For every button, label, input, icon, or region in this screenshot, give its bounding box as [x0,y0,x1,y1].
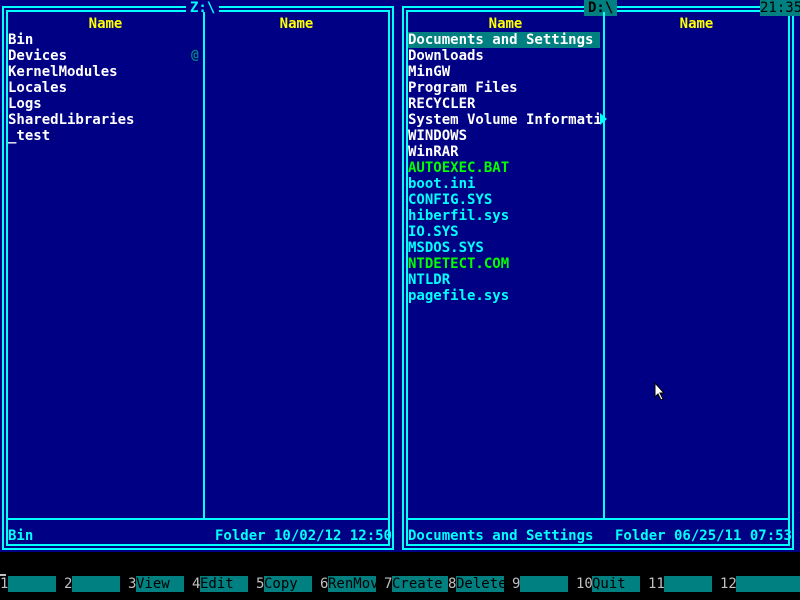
file-list-item[interactable]: Downloads [408,48,600,64]
key-label [520,576,568,592]
key-number: 7 [384,576,393,592]
right-panel[interactable]: D:\ Name Name Documents and Settings Dow… [400,0,800,552]
symlink-marker-icon: @ [191,48,199,63]
file-list-item[interactable]: System Volume Informatio [408,112,600,128]
name-truncated-arrow-icon [600,113,607,125]
left-panel[interactable]: Z:\ Name Name Bin Devices KernelModules … [0,0,400,552]
status-file-info: Folder 06/25/11 07:53 [614,528,792,544]
column-divider [203,12,205,518]
status-divider [8,518,388,520]
key-number: 1 [0,576,9,592]
column-header-name[interactable]: Name [605,16,788,32]
file-list-item[interactable]: pagefile.sys [408,288,600,304]
file-list-item[interactable]: AUTOEXEC.BAT [408,160,600,176]
status-file-name: Bin [8,528,34,544]
key-label: Copy [264,576,312,592]
f3-view-button[interactable]: 3View [128,576,184,600]
file-list: Bin Devices KernelModules Locales Logs S… [8,32,203,144]
file-list-item[interactable]: hiberfil.sys [408,208,600,224]
file-list: Documents and Settings Downloads MinGW P… [408,32,603,304]
key-label: Delete [456,576,507,592]
key-label [736,576,800,592]
file-list-item[interactable]: KernelModules [8,64,200,80]
key-number: 2 [64,576,73,592]
key-number: 5 [256,576,265,592]
file-list-item[interactable]: Logs [8,96,200,112]
key-number: 10 [576,576,593,592]
f1-key-button[interactable]: 1 [0,576,56,600]
file-list-item[interactable]: IO.SYS [408,224,600,240]
file-list-item[interactable]: WINDOWS [408,128,600,144]
file-list-item[interactable]: MinGW [408,64,600,80]
panel-path-title-active[interactable]: D:\ [584,0,618,16]
column-header-name[interactable]: Name [205,16,388,32]
file-list-item[interactable]: Locales [8,80,200,96]
column-divider [603,12,605,518]
file-list-item[interactable]: Bin [8,32,200,48]
file-list-item[interactable]: _test [8,128,200,144]
key-number: 12 [720,576,737,592]
clock: 21:35 [760,0,800,16]
mouse-pointer-icon [654,382,666,401]
column-header-name[interactable]: Name [408,16,603,32]
key-number: 9 [512,576,521,592]
key-label: RenMov [328,576,379,592]
file-list-item[interactable]: Devices [8,48,200,64]
f10-quit-button[interactable]: 10Quit [576,576,640,600]
column-header-name[interactable]: Name [8,16,203,32]
f4-edit-button[interactable]: 4Edit [192,576,248,600]
function-key-bar: 1 2 3View 4Edit 5Copy 6RenMov 7Create 8D… [0,576,800,600]
file-list-item[interactable]: RECYCLER [408,96,600,112]
key-number: 8 [448,576,457,592]
status-divider [408,518,788,520]
file-list-item[interactable]: NTDETECT.COM [408,256,600,272]
file-list-item[interactable]: MSDOS.SYS [408,240,600,256]
key-label: Edit [200,576,248,592]
file-list-item[interactable]: NTLDR [408,272,600,288]
key-label: Quit [592,576,640,592]
file-list-item[interactable]: WinRAR [408,144,600,160]
file-list-item[interactable]: Program Files [408,80,600,96]
file-list-item[interactable]: CONFIG.SYS [408,192,600,208]
f7-create-button[interactable]: 7Create [384,576,448,600]
key-label [72,576,120,592]
file-list-item[interactable]: SharedLibraries [8,112,200,128]
f5-copy-button[interactable]: 5Copy [256,576,312,600]
status-file-info: Folder 10/02/12 12:50 [214,528,392,544]
key-label: Create [392,576,448,592]
file-list-item-selected[interactable]: Documents and Settings [408,32,600,48]
key-number: 11 [648,576,665,592]
f8-delete-button[interactable]: 8Delete [448,576,507,600]
key-label: View [136,576,184,592]
f11-key-button[interactable]: 11 [648,576,712,600]
f6-renmov-button[interactable]: 6RenMov [320,576,379,600]
key-number: 3 [128,576,137,592]
f9-key-button[interactable]: 9 [512,576,568,600]
key-label [664,576,712,592]
key-label [8,576,56,592]
f12-key-button[interactable]: 12 [720,576,800,600]
f2-key-button[interactable]: 2 [64,576,120,600]
key-number: 4 [192,576,201,592]
key-number: 6 [320,576,329,592]
status-file-name: Documents and Settings [408,528,594,544]
file-list-item[interactable]: boot.ini [408,176,600,192]
command-line[interactable] [0,552,800,576]
